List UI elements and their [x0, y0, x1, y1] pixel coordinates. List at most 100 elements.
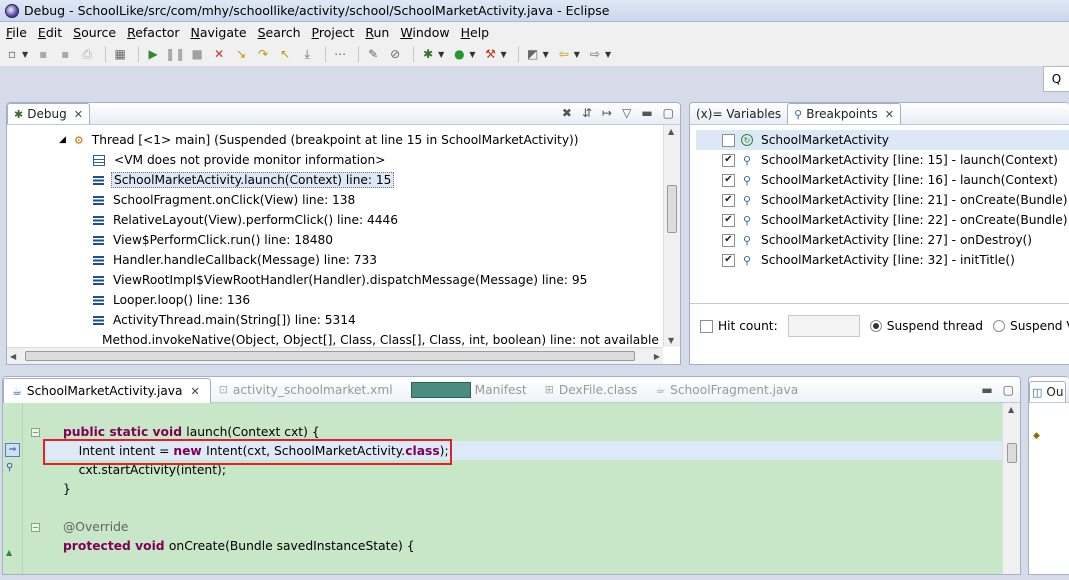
step-filter-icon[interactable]: ↦: [602, 106, 612, 120]
editor-tab[interactable]: ☕ SchoolFragment.java: [647, 378, 808, 402]
breakpoint-row[interactable]: ✔ ⚲ SchoolMarketActivity [line: 27] - onDe…: [696, 230, 1069, 250]
breakpoint-checkbox[interactable]: ✔: [722, 213, 735, 227]
debug-horizontal-scrollbar[interactable]: ◀ ▶: [7, 347, 663, 364]
monitor-info-row[interactable]: <VM does not provide monitor information…: [7, 150, 662, 170]
open-type-icon[interactable]: ▦: [111, 45, 129, 63]
breakpoint-marker-icon[interactable]: ⚲: [6, 462, 20, 475]
collapse-icon[interactable]: −: [31, 523, 40, 532]
menu-run[interactable]: Run: [365, 25, 389, 40]
minimize-icon[interactable]: ▬: [981, 383, 992, 397]
run-icon[interactable]: ●: [450, 45, 468, 63]
editor-scroll-thumb[interactable]: [1007, 443, 1017, 463]
maximize-icon[interactable]: ▢: [663, 106, 674, 120]
breakpoint-checkbox[interactable]: ✔: [722, 173, 735, 187]
tab-variables[interactable]: (x)= Variables: [690, 103, 787, 124]
breakpoint-checkbox[interactable]: ✔: [722, 193, 735, 207]
dropdown-arrow-icon[interactable]: ▼: [500, 50, 506, 59]
breakpoint-checkbox[interactable]: [722, 133, 735, 147]
dropdown-arrow-icon[interactable]: ▼: [438, 50, 444, 59]
suspend-vm-radio[interactable]: [993, 320, 1006, 332]
stack-frame-row[interactable]: View$PerformClick.run() line: 18480: [7, 230, 662, 250]
menu-help[interactable]: Help: [461, 25, 490, 40]
vertical-ruler[interactable]: ⇒ ⚲ ▲: [3, 403, 23, 574]
expand-arrow-icon[interactable]: ◢: [59, 135, 66, 145]
menu-project[interactable]: Project: [312, 25, 355, 40]
collapse-icon[interactable]: −: [31, 428, 40, 437]
breakpoint-row[interactable]: ↻ SchoolMarketActivity: [696, 130, 1069, 150]
disconnect-icon[interactable]: ✕: [210, 45, 228, 63]
code-line[interactable]: }: [45, 479, 1002, 498]
debug-icon[interactable]: ✱: [419, 45, 437, 63]
skip-breakpoints-icon[interactable]: ⊘: [386, 45, 404, 63]
view-menu-icon[interactable]: ▽: [622, 106, 631, 120]
code-line[interactable]: @Override: [45, 517, 1002, 536]
tab-breakpoints[interactable]: ⚲ Breakpoints ✕: [787, 103, 901, 124]
menu-edit[interactable]: Edit: [38, 25, 62, 40]
menu-search[interactable]: Search: [258, 25, 301, 40]
editor-tab[interactable]: ⊞ DexFile.class: [537, 378, 648, 402]
dropdown-arrow-icon[interactable]: ▼: [22, 50, 28, 59]
suspend-icon[interactable]: ❚❚: [165, 45, 185, 63]
terminate-icon[interactable]: ■: [188, 45, 206, 63]
menu-source[interactable]: Source: [73, 25, 116, 40]
scroll-thumb-h[interactable]: [25, 351, 635, 361]
dropdown-arrow-icon[interactable]: ▼: [605, 50, 611, 59]
menu-window[interactable]: Window: [400, 25, 449, 40]
tab-outline[interactable]: ◫ Ou: [1029, 381, 1067, 402]
breakpoint-checkbox[interactable]: ✔: [722, 233, 735, 247]
quick-access-field[interactable]: Q: [1043, 66, 1069, 92]
editor-tab[interactable]: Manifest: [403, 378, 537, 402]
code-area[interactable]: public static void launch(Context cxt) {…: [45, 403, 1002, 555]
thread-row[interactable]: ◢ ⚙ Thread [<1> main] (Suspended (breakp…: [7, 130, 662, 150]
scroll-down-icon[interactable]: ▼: [668, 336, 674, 345]
dropdown-arrow-icon[interactable]: ▼: [543, 50, 549, 59]
breakpoint-row[interactable]: ✔ ⚲ SchoolMarketActivity [line: 32] - init…: [696, 250, 1069, 270]
minimize-icon[interactable]: ▬: [641, 106, 652, 120]
stack-frame-row[interactable]: ViewRootImpl$ViewRootHandler(Handler).di…: [7, 270, 662, 290]
stack-frame-row[interactable]: SchoolMarketActivity.launch(Context) lin…: [7, 170, 662, 190]
menu-navigate[interactable]: Navigate: [191, 25, 247, 40]
menu-refactor[interactable]: Refactor: [127, 25, 179, 40]
breakpoint-row[interactable]: ✔ ⚲ SchoolMarketActivity [line: 21] - onCr…: [696, 190, 1069, 210]
back-icon[interactable]: ⇦: [555, 45, 573, 63]
dropdown-arrow-icon[interactable]: ▼: [469, 50, 475, 59]
resume-icon[interactable]: ▶: [144, 45, 162, 63]
new-icon[interactable]: ▫: [3, 45, 21, 63]
drop-to-frame-icon[interactable]: ⤓: [298, 45, 316, 63]
close-icon[interactable]: ✕: [74, 108, 83, 121]
remove-terminated-icon[interactable]: ✖: [562, 106, 572, 120]
dropdown-arrow-icon[interactable]: ▼: [574, 50, 580, 59]
toggle-breakpoint-icon[interactable]: ✎: [364, 45, 382, 63]
step-return-icon[interactable]: ↖: [276, 45, 294, 63]
step-over-icon[interactable]: ↷: [254, 45, 272, 63]
connect-icon[interactable]: ⇵: [582, 106, 592, 120]
maximize-icon[interactable]: ▢: [1003, 383, 1014, 397]
menu-file[interactable]: File: [6, 25, 27, 40]
save-all-icon[interactable]: ▪: [56, 45, 74, 63]
open-perspective-icon[interactable]: ◩: [524, 45, 542, 63]
stack-frame-row[interactable]: RelativeLayout(View).performClick() line…: [7, 210, 662, 230]
scroll-thumb[interactable]: [667, 185, 677, 233]
breakpoint-checkbox[interactable]: ✔: [722, 253, 735, 267]
editor-tab[interactable]: ⊡ activity_schoolmarket.xml: [211, 378, 403, 402]
breakpoint-row[interactable]: ✔ ⚲ SchoolMarketActivity [line: 16] - laun…: [696, 170, 1069, 190]
debug-vertical-scrollbar[interactable]: ▲ ▼: [663, 125, 680, 347]
scroll-up-icon[interactable]: ▲: [1008, 405, 1014, 414]
stack-frame-row[interactable]: SchoolFragment.onClick(View) line: 138: [7, 190, 662, 210]
breakpoint-row[interactable]: ✔ ⚲ SchoolMarketActivity [line: 22] - onCr…: [696, 210, 1069, 230]
tab-debug[interactable]: ✱ Debug ✕: [7, 103, 90, 124]
save-icon[interactable]: ▪: [34, 45, 52, 63]
step-into-icon[interactable]: ↘: [232, 45, 250, 63]
code-line[interactable]: protected void onCreate(Bundle savedInst…: [45, 536, 1002, 555]
scroll-up-icon[interactable]: ▲: [668, 127, 674, 136]
code-line[interactable]: [45, 498, 1002, 517]
suspend-thread-radio[interactable]: [869, 320, 882, 332]
editor-body[interactable]: ⇒ ⚲ ▲ − − public static void launch(Cont…: [3, 403, 1020, 574]
scroll-right-icon[interactable]: ▶: [654, 352, 660, 361]
stack-frame-row[interactable]: ActivityThread.main(String[]) line: 5314: [7, 310, 662, 330]
print-icon[interactable]: ⎙: [78, 45, 96, 63]
editor-vertical-scrollbar[interactable]: ▲: [1002, 403, 1020, 574]
forward-icon[interactable]: ⇨: [586, 45, 604, 63]
code-line[interactable]: [45, 403, 1002, 422]
stack-frame-row[interactable]: Handler.handleCallback(Message) line: 73…: [7, 250, 662, 270]
